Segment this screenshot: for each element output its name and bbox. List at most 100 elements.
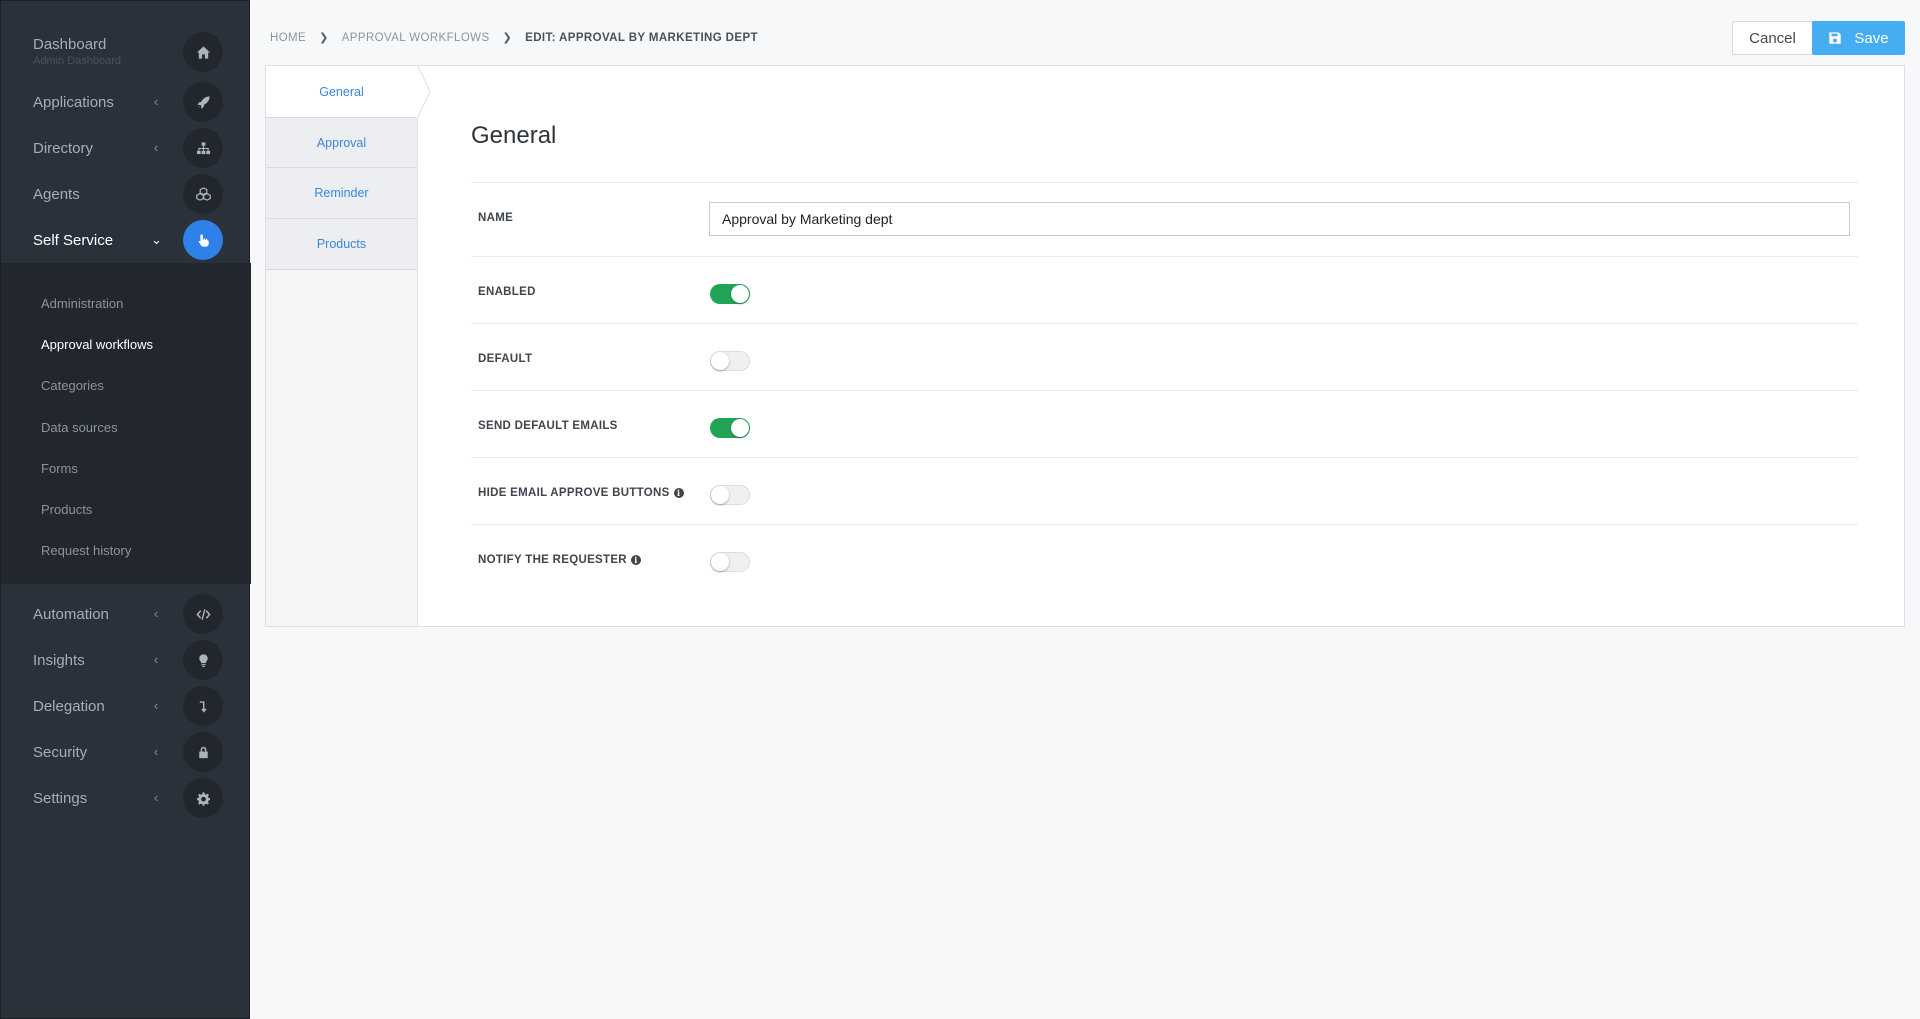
sidebar-item-insights[interactable]: Insights ‹ [1, 637, 251, 683]
field-label-text: HIDE EMAIL APPROVE BUTTONS [478, 487, 670, 499]
lightbulb-icon [183, 640, 223, 680]
chevron-left-icon: ‹ [153, 744, 159, 759]
submenu-item-products[interactable]: Products [41, 502, 92, 517]
tab-general[interactable]: General [266, 66, 417, 117]
tab-label: Products [316, 237, 367, 251]
tabs-column: General Approval Reminder Products [266, 66, 431, 626]
hide-email-approve-buttons-label: HIDE EMAIL APPROVE BUTTONS i [478, 487, 684, 499]
divider [471, 182, 1858, 183]
field-label-text: NOTIFY THE REQUESTER [478, 554, 627, 566]
sidebar-item-sublabel: Admin Dashboard [33, 55, 122, 67]
chevron-down-icon: ⌄ [151, 232, 162, 247]
sidebar-item-label: Directory [33, 139, 94, 157]
tab-label: General [319, 84, 364, 99]
sidebar-item-label: Applications [33, 93, 114, 111]
notify-the-requester-label: NOTIFY THE REQUESTER i [478, 554, 641, 566]
breadcrumb-approval-workflows[interactable]: APPROVAL WORKFLOWS [342, 32, 490, 44]
name-field[interactable] [709, 202, 1850, 236]
sidebar-item-settings[interactable]: Settings ‹ [1, 775, 251, 821]
submenu-item-administration[interactable]: Administration [41, 296, 123, 311]
sidebar: Dashboard Admin Dashboard Applications ‹… [0, 0, 251, 1019]
toggle-knob [731, 419, 749, 437]
sidebar-item-label: Settings [33, 789, 88, 807]
toggle-knob [711, 352, 729, 370]
default-toggle[interactable] [710, 351, 750, 371]
cubes-icon [183, 174, 223, 214]
gear-icon [183, 778, 223, 818]
divider [471, 323, 1858, 324]
chevron-right-icon: ❯ [319, 32, 329, 44]
edit-panel: General Approval Reminder Products Gener… [265, 65, 1905, 627]
page-title: General [471, 122, 557, 149]
send-default-emails-toggle[interactable] [710, 418, 750, 438]
divider [471, 524, 1858, 525]
sitemap-icon [183, 128, 223, 168]
tab-label: Reminder [314, 186, 369, 200]
hide-email-approve-buttons-toggle[interactable] [710, 485, 750, 505]
sidebar-item-applications[interactable]: Applications ‹ [1, 79, 251, 125]
active-tab-arrow [416, 66, 431, 117]
sidebar-item-label: Delegation [33, 697, 105, 715]
divider [471, 256, 1858, 257]
sidebar-item-self-service[interactable]: Self Service ⌄ [1, 217, 251, 263]
divider [471, 457, 1858, 458]
sidebar-item-security[interactable]: Security ‹ [1, 729, 251, 775]
field-label-text: SEND DEFAULT EMAILS [478, 420, 618, 432]
floppy-disk-icon [1829, 32, 1842, 44]
sidebar-item-dashboard[interactable]: Dashboard Admin Dashboard [1, 29, 251, 75]
submenu-item-request-history[interactable]: Request history [41, 543, 131, 558]
chevron-left-icon: ‹ [153, 790, 159, 805]
save-button-label: Save [1854, 29, 1889, 47]
code-icon [183, 594, 223, 634]
chevron-right-icon: ❯ [502, 32, 513, 44]
tab-products[interactable]: Products [266, 219, 417, 270]
enabled-toggle[interactable] [710, 284, 750, 304]
sidebar-item-delegation[interactable]: Delegation ‹ [1, 683, 251, 729]
tab-label: Approval [316, 135, 367, 150]
send-default-emails-label: SEND DEFAULT EMAILS [478, 420, 618, 432]
chevron-left-icon: ‹ [153, 652, 159, 667]
rocket-icon [183, 82, 223, 122]
sidebar-item-label: Security [33, 743, 88, 761]
submenu-item-approval-workflows[interactable]: Approval workflows [41, 337, 153, 352]
tab-approval[interactable]: Approval [266, 117, 417, 168]
default-label: DEFAULT [478, 353, 532, 365]
breadcrumb-current: EDIT: APPROVAL BY MARKETING DEPT [525, 31, 758, 44]
chevron-left-icon: ‹ [153, 140, 159, 155]
sidebar-item-label: Dashboard [33, 36, 107, 53]
sidebar-item-label: Self Service [33, 231, 114, 249]
sidebar-item-label: Automation [33, 605, 109, 623]
tab-reminder[interactable]: Reminder [266, 168, 417, 219]
breadcrumb: HOME ❯ APPROVAL WORKFLOWS ❯ EDIT: APPROV… [270, 31, 758, 45]
sidebar-item-label: Insights [33, 651, 85, 669]
lock-icon [183, 732, 223, 772]
submenu-item-data-sources[interactable]: Data sources [41, 420, 118, 435]
breadcrumb-home[interactable]: HOME [270, 32, 306, 44]
toggle-knob [731, 285, 749, 303]
sidebar-item-label: Agents [33, 185, 80, 203]
enabled-label: ENABLED [478, 286, 536, 298]
sidebar-item-agents[interactable]: Agents [1, 171, 251, 217]
field-label-text: ENABLED [478, 286, 536, 298]
notify-the-requester-toggle[interactable] [710, 552, 750, 572]
divider [471, 390, 1858, 391]
name-label: NAME [478, 212, 514, 224]
info-icon[interactable]: i [630, 555, 641, 565]
general-form: General NAME ENABLED DEFAULT SEND DEFAUL… [418, 66, 1904, 626]
chevron-left-icon: ‹ [153, 606, 159, 621]
arrow-turn-down-icon [183, 686, 223, 726]
submenu-item-forms[interactable]: Forms [41, 461, 78, 476]
submenu-item-categories[interactable]: Categories [41, 378, 104, 393]
chevron-left-icon: ‹ [153, 698, 159, 713]
chevron-left-icon: ‹ [153, 94, 159, 109]
sidebar-item-directory[interactable]: Directory ‹ [1, 125, 251, 171]
hand-pointer-icon [183, 220, 223, 260]
sidebar-item-automation[interactable]: Automation ‹ [1, 591, 251, 637]
home-icon [183, 32, 223, 72]
cancel-button[interactable]: Cancel [1732, 21, 1813, 55]
info-icon[interactable]: i [673, 488, 684, 498]
toggle-knob [711, 553, 729, 571]
self-service-submenu: Administration Approval workflows Catego… [1, 263, 251, 584]
cancel-button-label: Cancel [1749, 29, 1796, 47]
save-button[interactable]: Save [1812, 21, 1905, 55]
